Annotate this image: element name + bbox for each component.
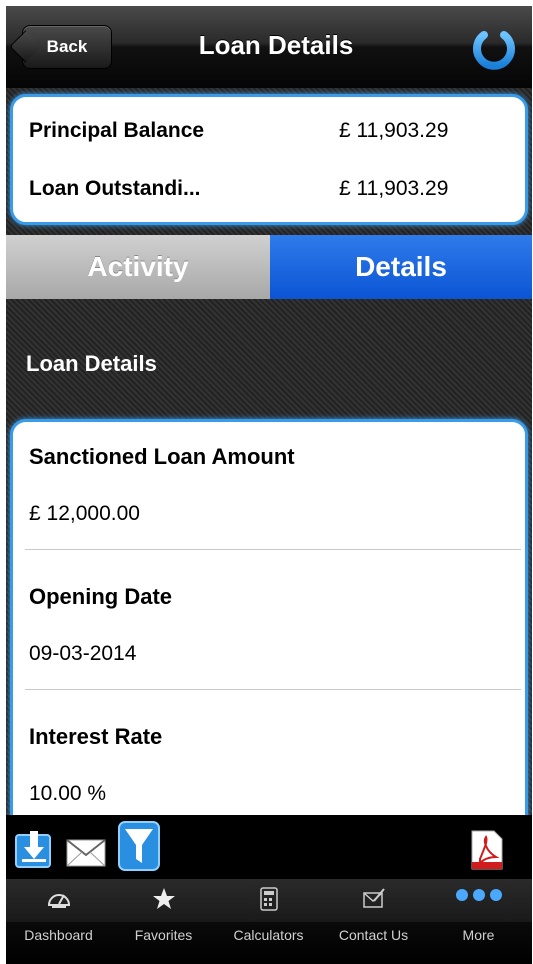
dashboard-icon [6, 887, 111, 911]
tabbar-item-dashboard[interactable]: Dashboard [6, 879, 111, 964]
bottom-tab-bar: Dashboard Favorites Calculators Contact … [6, 879, 532, 964]
tabbar-item-contact-us[interactable]: Contact Us [321, 879, 426, 964]
tabbar-label: Favorites [134, 927, 193, 943]
app-frame: Back Loan Details Principal Balance £ 11… [6, 6, 532, 964]
power-icon[interactable] [469, 23, 519, 73]
principal-balance-value: £ 11,903.29 [339, 119, 449, 142]
mail-icon[interactable] [66, 839, 106, 872]
loan-outstanding-label: Loan Outstandi... [29, 177, 201, 200]
filter-icon[interactable] [118, 821, 160, 876]
tabbar-item-more[interactable]: More [426, 879, 531, 964]
tab-details[interactable]: Details [270, 235, 532, 299]
action-toolbar [6, 815, 532, 879]
tabbar-label: Dashboard [24, 927, 93, 943]
loan-details-card[interactable]: Sanctioned Loan Amount £ 12,000.00 Openi… [10, 419, 528, 845]
back-button[interactable]: Back [22, 25, 112, 69]
section-title: Loan Details [26, 351, 157, 376]
segmented-tabs: Activity Details [6, 235, 532, 299]
tab-activity[interactable]: Activity [6, 235, 270, 299]
tabbar-item-calculators[interactable]: Calculators [216, 879, 321, 964]
sanctioned-amount-value: £ 12,000.00 [29, 502, 140, 525]
star-icon [111, 887, 216, 911]
page-title: Loan Details [198, 30, 354, 60]
nav-bar: Back Loan Details [6, 6, 532, 88]
tabbar-label: More [462, 927, 495, 943]
pdf-icon[interactable] [470, 829, 504, 876]
interest-rate-value: 10.00 % [29, 782, 107, 805]
principal-balance-label: Principal Balance [29, 119, 205, 142]
more-icon [426, 887, 531, 911]
divider [25, 689, 521, 690]
divider [25, 549, 521, 550]
sanctioned-amount-label: Sanctioned Loan Amount [29, 444, 295, 469]
opening-date-label: Opening Date [29, 584, 173, 609]
tabbar-label: Contact Us [338, 927, 409, 943]
tabbar-item-favorites[interactable]: Favorites [111, 879, 216, 964]
balance-summary-card: Principal Balance £ 11,903.29 Loan Outst… [10, 94, 528, 225]
interest-rate-label: Interest Rate [29, 724, 163, 749]
loan-outstanding-value: £ 11,903.29 [339, 177, 449, 200]
contact-icon [321, 887, 426, 911]
tabbar-label: Calculators [233, 927, 304, 943]
summary-area: Principal Balance £ 11,903.29 Loan Outst… [6, 88, 532, 235]
back-button-label: Back [46, 37, 88, 56]
calculator-icon [216, 887, 321, 911]
opening-date-value: 09-03-2014 [29, 642, 137, 665]
download-icon[interactable] [14, 829, 54, 874]
